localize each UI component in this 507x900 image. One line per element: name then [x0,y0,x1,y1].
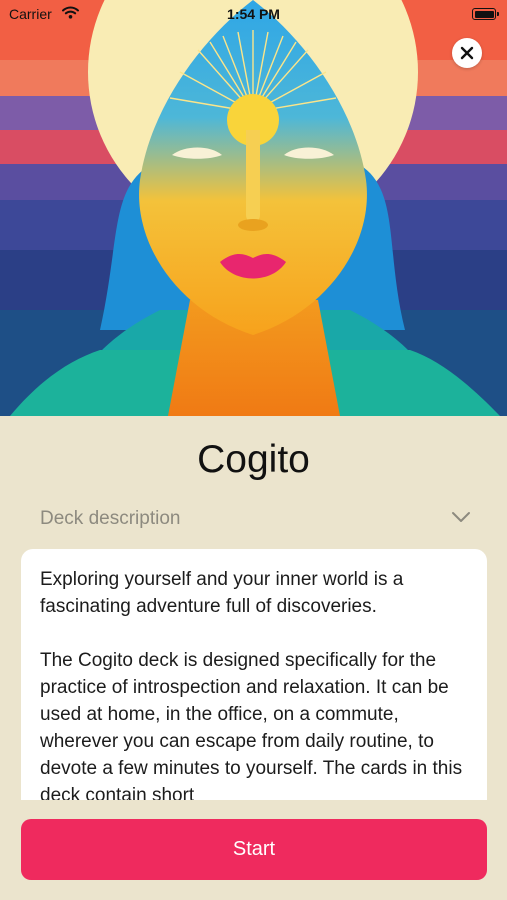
deck-description-card[interactable]: Exploring yourself and your inner world … [21,549,487,800]
close-button[interactable] [452,38,482,68]
deck-description-toggle[interactable]: Deck description [20,502,487,536]
deck-title: Cogito [197,438,310,481]
chevron-down-icon [451,510,471,528]
status-time: 1:54 PM [227,6,280,22]
deck-cover-image [0,0,507,416]
description-paragraph: Exploring yourself and your inner world … [40,569,404,617]
deck-description-label: Deck description [40,508,181,529]
battery-icon [472,8,499,20]
description-paragraph: The Cogito deck is designed specifically… [40,650,463,800]
start-button[interactable]: Start [21,819,487,880]
start-button-label: Start [232,838,276,860]
status-bar: Carrier 1:54 PM [0,0,507,28]
close-icon [460,46,474,60]
deck-description-text: Exploring yourself and your inner world … [21,549,487,800]
